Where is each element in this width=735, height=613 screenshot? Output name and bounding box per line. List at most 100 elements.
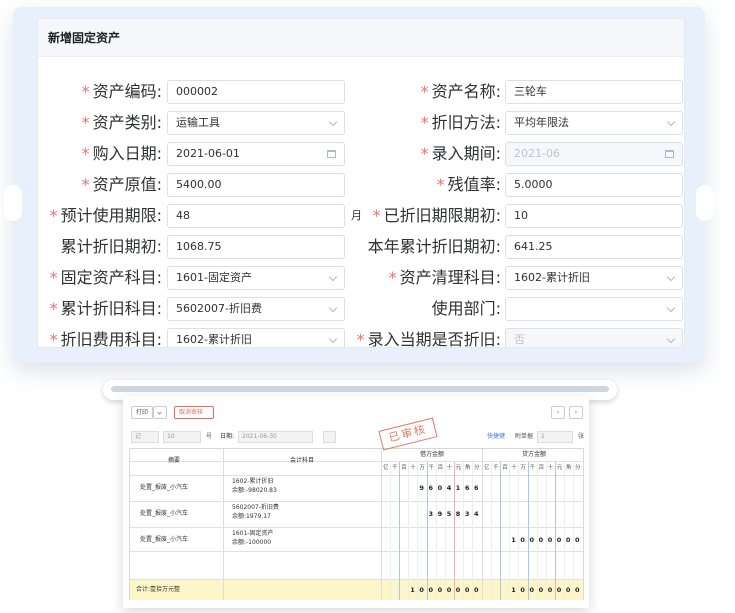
label-text: 购入日期: bbox=[92, 144, 162, 163]
original-value-input[interactable]: 5400.00 bbox=[167, 173, 345, 197]
asset-category-label: * 资产类别: bbox=[82, 111, 162, 135]
required-mark: * bbox=[356, 330, 365, 348]
asset-code-input[interactable]: 000002 bbox=[167, 80, 345, 104]
required-mark: * bbox=[81, 144, 90, 163]
chevron-down-icon bbox=[328, 329, 338, 347]
unit-credit-9: 角 bbox=[565, 465, 572, 471]
unit-credit-6: 百 bbox=[538, 465, 545, 471]
required-mark: * bbox=[436, 175, 445, 194]
date-input[interactable]: 2021-06-30 bbox=[238, 431, 313, 443]
print-dropdown-button[interactable] bbox=[153, 406, 167, 419]
label-text: 录入当期是否折旧: bbox=[367, 330, 501, 348]
depreciation-method-label: * 折旧方法: bbox=[421, 111, 501, 135]
voucher-entry-table: 摘要 会计科目 借方金额 贷方金额亿亿千千百百十十万万千千百百十十元元角角分分处置_报… bbox=[129, 448, 584, 600]
asset-category-select[interactable]: 运输工具 bbox=[167, 111, 345, 135]
amount-credit-digit: 1 bbox=[511, 536, 516, 544]
required-mark: * bbox=[388, 268, 397, 287]
field-value: 2021-06 bbox=[514, 147, 560, 160]
asset-clearing-account-select[interactable]: 1602-累计折旧 bbox=[505, 266, 683, 290]
asset-name-label: * 资产名称: bbox=[421, 80, 501, 104]
required-mark: * bbox=[49, 206, 58, 225]
unit-credit-5: 千 bbox=[529, 465, 536, 471]
next-voucher-button[interactable]: › bbox=[569, 406, 583, 419]
amount-credit-digit: 0 bbox=[565, 536, 571, 544]
total-label: 合计:壹拾万元整 bbox=[136, 586, 181, 593]
original-value-label: * 资产原值: bbox=[82, 173, 162, 197]
digit-divider bbox=[573, 462, 574, 600]
date-dropdown[interactable] bbox=[323, 431, 336, 443]
unit-credit-4: 万 bbox=[520, 465, 526, 471]
total-credit-digit: 1 bbox=[511, 586, 516, 594]
field-value: 5.0000 bbox=[514, 178, 553, 191]
digit-divider bbox=[399, 462, 401, 600]
label-text: 已折旧期限期初: bbox=[383, 206, 501, 225]
amount-credit-digit: 0 bbox=[556, 536, 562, 544]
label-text: 累计折旧科目: bbox=[60, 299, 162, 318]
amount-credit-digit: 0 bbox=[520, 536, 525, 544]
expected-life-input[interactable]: 48 bbox=[167, 204, 345, 228]
card-notch-right bbox=[696, 185, 714, 221]
entry-period-label: * 录入期间: bbox=[421, 142, 501, 166]
voucher-word-select[interactable]: 记 bbox=[131, 431, 159, 443]
label-text: 固定资产科目: bbox=[60, 268, 162, 287]
entry-balance: 余额:-98020.83 bbox=[232, 487, 277, 494]
unit-credit-1: 千 bbox=[493, 465, 499, 471]
purchase-date-label: * 购入日期: bbox=[82, 142, 162, 166]
amount-debit-digit: 4 bbox=[446, 484, 452, 492]
year-accum-depr-opening-input[interactable]: 641.25 bbox=[505, 235, 683, 259]
field-value: 1602-累计折旧 bbox=[176, 333, 252, 346]
voucher-number-input[interactable]: 10 bbox=[163, 431, 201, 443]
unit-credit-10: 分 bbox=[575, 465, 581, 471]
voucher-card: 打印 取消审核 ‹ › 记 10 号 日期: 2021-06-30 快捷键 附单… bbox=[123, 396, 589, 608]
asset-clearing-account-label: * 资产清理科目: bbox=[389, 266, 501, 290]
total-credit-digit: 0 bbox=[547, 586, 553, 594]
purchase-date-date-picker[interactable]: 2021-06-01 bbox=[167, 142, 345, 166]
required-mark: * bbox=[372, 206, 381, 225]
amount-debit-digit: 5 bbox=[446, 510, 452, 518]
label-text: 预计使用期限: bbox=[60, 206, 162, 225]
unit-credit-3: 十 bbox=[511, 465, 517, 471]
chevron-down-icon bbox=[666, 112, 676, 134]
amount-debit-digit: 3 bbox=[428, 510, 434, 518]
label-text: 资产名称: bbox=[431, 82, 501, 101]
digit-divider bbox=[435, 462, 437, 600]
attachments-unit: 张 bbox=[578, 433, 585, 440]
required-mark: * bbox=[49, 330, 58, 348]
total-credit-digit: 0 bbox=[529, 586, 535, 594]
field-value: 641.25 bbox=[514, 240, 553, 253]
entry-account: 5602007-折旧费 bbox=[232, 504, 279, 511]
accum-depr-opening-label: 累计折旧期初: bbox=[61, 235, 162, 259]
required-mark: * bbox=[81, 175, 90, 194]
label-text: 资产原值: bbox=[92, 175, 162, 194]
shortcut-link[interactable]: 快捷键 bbox=[487, 433, 505, 441]
digit-divider bbox=[444, 462, 446, 600]
calendar-icon bbox=[327, 143, 336, 167]
attachments-input[interactable]: 1 bbox=[537, 431, 573, 443]
unit-debit-4: 万 bbox=[419, 465, 425, 471]
depreciation-method-select[interactable]: 平均年限法 bbox=[505, 111, 683, 135]
depr-expense-account-select[interactable]: 1602-累计折旧 bbox=[167, 328, 345, 347]
field-value: 三轮车 bbox=[514, 85, 547, 98]
required-mark: * bbox=[420, 113, 429, 132]
label-text: 使用部门: bbox=[431, 299, 501, 318]
amount-debit-digit: 6 bbox=[464, 484, 470, 492]
digit-divider bbox=[509, 462, 511, 600]
digit-divider bbox=[554, 462, 556, 600]
fixed-asset-account-select[interactable]: 1601-固定资产 bbox=[167, 266, 345, 290]
digit-divider bbox=[417, 462, 419, 600]
accum-depr-account-select[interactable]: 5602007-折旧费 bbox=[167, 297, 345, 321]
asset-name-input[interactable]: 三轮车 bbox=[505, 80, 683, 104]
prev-voucher-button[interactable]: ‹ bbox=[551, 406, 565, 419]
accum-depr-opening-input[interactable]: 1068.75 bbox=[167, 235, 345, 259]
depr-expense-account-label: * 折旧费用科目: bbox=[49, 328, 162, 348]
entry-account: 1601-固定资产 bbox=[232, 530, 274, 537]
department-select[interactable] bbox=[505, 297, 683, 321]
cancel-audit-button[interactable]: 取消审核 bbox=[174, 406, 214, 419]
residual-rate-input[interactable]: 5.0000 bbox=[505, 173, 683, 197]
required-mark: * bbox=[81, 82, 90, 101]
row-divider bbox=[130, 551, 583, 552]
print-button[interactable]: 打印 bbox=[131, 406, 153, 419]
unit-debit-7: 十 bbox=[446, 465, 453, 471]
field-value: 10 bbox=[514, 209, 528, 222]
depreciated-periods-input[interactable]: 10 bbox=[505, 204, 683, 228]
